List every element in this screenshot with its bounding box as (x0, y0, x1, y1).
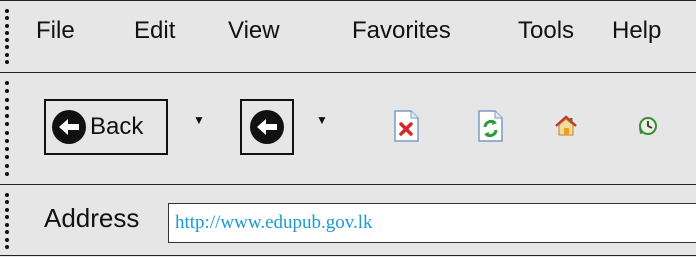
back-arrow-icon (52, 110, 86, 144)
back-button[interactable]: Back (44, 99, 168, 155)
menu-tools[interactable]: Tools (518, 17, 574, 45)
back-button-label: Back (90, 113, 144, 140)
history-icon[interactable] (632, 109, 664, 143)
forward-button[interactable] (240, 99, 294, 155)
address-label: Address (44, 203, 140, 233)
toolbar: Back ▼ ▼ (0, 73, 696, 185)
refresh-icon[interactable] (474, 109, 506, 143)
menu-bar: File Edit View Favorites Tools Help (0, 1, 696, 73)
forward-dropdown-icon[interactable]: ▼ (316, 113, 328, 127)
address-bar: Address http://www.edupub.gov.lk (0, 185, 696, 257)
stop-icon[interactable] (390, 109, 422, 143)
address-input[interactable]: http://www.edupub.gov.lk (168, 203, 696, 243)
back-dropdown-icon[interactable]: ▼ (193, 113, 205, 127)
menu-file[interactable]: File (36, 17, 75, 45)
menu-edit[interactable]: Edit (134, 17, 175, 45)
menu-help[interactable]: Help (612, 17, 661, 45)
browser-chrome: File Edit View Favorites Tools Help Back… (0, 0, 696, 256)
menu-bar-grip[interactable] (4, 9, 10, 64)
address-bar-grip[interactable] (4, 193, 10, 249)
menu-favorites[interactable]: Favorites (352, 17, 451, 45)
home-icon[interactable] (550, 109, 582, 143)
menu-view[interactable]: View (228, 17, 280, 45)
forward-arrow-icon (250, 110, 284, 144)
toolbar-grip[interactable] (4, 81, 10, 176)
